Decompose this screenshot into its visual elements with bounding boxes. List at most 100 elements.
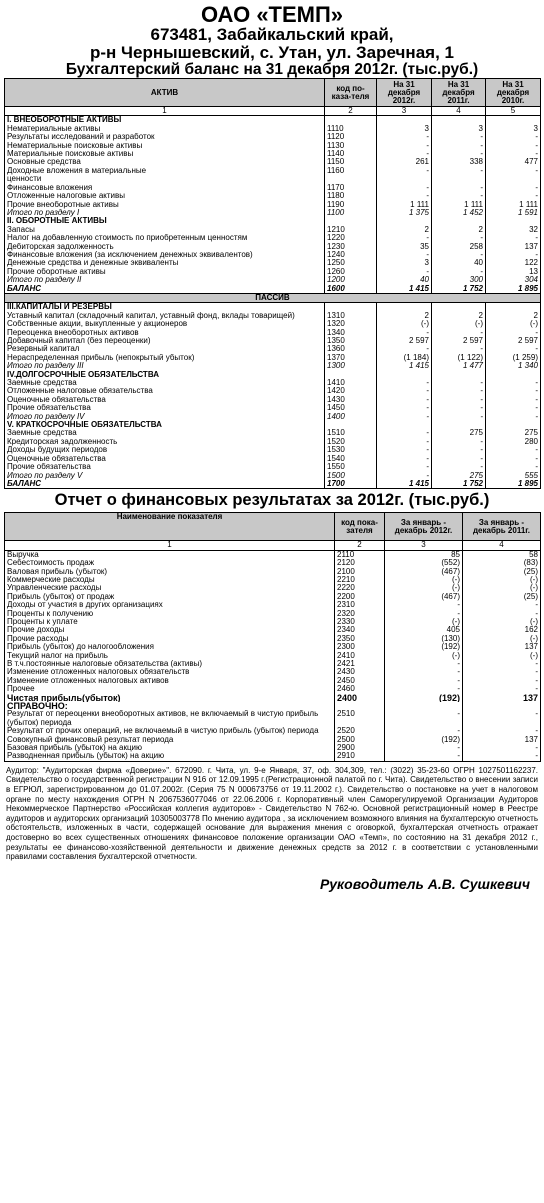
value-2011: 1 752 <box>431 479 486 489</box>
fin-row: Текущий налог на прибыль 2410 (-) (-) <box>4 651 541 661</box>
row-name: V. КРАТКОСРОЧНЫЕ ОБЯЗАТЕЛЬСТВА <box>4 421 325 430</box>
balance-row: БАЛАНС 1700 1 415 1 752 1 895 <box>4 479 541 489</box>
value-2010: 2 <box>485 311 541 321</box>
value-2011: - <box>431 446 486 455</box>
row-name: Резервный капитал <box>4 345 325 354</box>
value-2011: - <box>462 727 541 736</box>
balance-row: III.КАПИТАЛЫ И РЕЗЕРВЫ <box>4 302 541 312</box>
value-2011: (-) <box>462 617 541 627</box>
value-2010: - <box>485 387 541 396</box>
value-2010: - <box>485 404 541 413</box>
value-2010: 280 <box>485 437 541 447</box>
value-2012: 405 <box>384 626 463 635</box>
row-code: 1370 <box>324 353 377 363</box>
row-name: Кредиторская задолженность <box>4 437 325 447</box>
col-2012: На 31 декабря 2012г. <box>376 78 432 108</box>
row-name: Нераспределенная прибыль (непокрытый убы… <box>4 353 325 363</box>
balance-colnum-row: 1 2 3 4 5 <box>4 106 541 117</box>
balance-sheet-table: АКТИВ код по-каза-теля На 31 декабря 201… <box>4 78 541 490</box>
row-name: Чистая прибыль(убыток) <box>4 693 335 703</box>
value-2012: 3 <box>376 124 432 134</box>
value-2012: 2 597 <box>376 337 432 346</box>
value-2011: - <box>431 234 486 243</box>
balance-row: Финансовые вложения (за исключением дене… <box>4 250 541 260</box>
value-2011: - <box>431 345 486 354</box>
colnum: 3 <box>376 106 432 117</box>
row-code: 1520 <box>324 437 377 447</box>
row-code: 2110 <box>334 550 385 560</box>
value-2012: (-) <box>384 575 463 585</box>
fin-row: Прибыль (убыток) до налогообложения 2300(… <box>4 643 541 652</box>
row-code: 2460 <box>334 685 385 694</box>
value-2012: 85 <box>384 550 463 560</box>
row-name: В т.ч.постоянные налоговые обязательства… <box>4 660 335 669</box>
value-2011: - <box>431 454 486 464</box>
value-2012: - <box>376 234 432 243</box>
value-2012: - <box>376 267 432 277</box>
balance-row: Кредиторская задолженность 1520- -280 <box>4 437 541 447</box>
value-2011: - <box>431 133 486 142</box>
row-code: 2200 <box>334 592 385 602</box>
value-2011: - <box>431 166 486 176</box>
value-2011: (83) <box>462 559 541 568</box>
value-2012: 40 <box>376 276 432 285</box>
balance-body: I. ВНЕОБОРОТНЫЕ АКТИВЫ Нематериальные акт… <box>4 115 541 489</box>
value-2010: - <box>485 463 541 472</box>
fin-row: Проценты к получению 2320- - <box>4 609 541 618</box>
balance-row: Итого по разделу III 1300 1 415 1 477 1 340 <box>4 362 541 371</box>
value-2012: - <box>384 668 463 677</box>
balance-row: Прочие обязательства 1550- - - <box>4 463 541 472</box>
fin-row: Управленческие расходы 2220 (-) (-) <box>4 584 541 593</box>
value-2012: - <box>384 744 463 753</box>
value-2012: (192) <box>384 693 463 703</box>
col-code: код по-каза-теля <box>324 78 377 108</box>
value-2011: - <box>462 601 541 610</box>
col-indicator: Наименование показателя <box>4 512 335 542</box>
value-2011 <box>462 702 541 711</box>
value-2012 <box>376 421 432 430</box>
fin-row: Прочие доходы 2340 405 162 <box>4 626 541 635</box>
value-2011: - <box>431 404 486 413</box>
value-2011: (-) <box>462 651 541 661</box>
balance-row: Прочие внеоборотные активы 1190 1 111 1 111… <box>4 200 541 209</box>
row-code: 1300 <box>324 362 377 371</box>
row-code: 1190 <box>324 200 377 209</box>
balance-row: Отложенные налоговые активы 1180- - - <box>4 192 541 201</box>
row-name: Коммерческие расходы <box>4 575 335 585</box>
row-code <box>334 702 385 711</box>
value-2011: 338 <box>431 158 486 167</box>
value-2012: - <box>376 379 432 388</box>
row-code: 2300 <box>334 643 385 652</box>
value-2010: 137 <box>485 242 541 251</box>
row-name: Доходные вложения в материальные <box>4 166 325 176</box>
document: ОАО «ТЕМП» 673481, Забайкальский край, р… <box>4 2 541 892</box>
row-name: Доходы будущих периодов <box>4 446 325 455</box>
value-2011: - <box>462 676 541 686</box>
colnum: 3 <box>384 540 463 551</box>
row-name: Материальные поисковые активы <box>4 150 325 159</box>
row-code <box>324 302 377 312</box>
value-2011: 2 <box>431 311 486 321</box>
row-name: Нематериальные поисковые активы <box>4 141 325 151</box>
balance-row: Резервный капитал 1360- - - <box>4 345 541 354</box>
row-name: Изменение отложенных налоговых активов <box>4 676 335 686</box>
balance-row: Запасы 1210 2 2 32 <box>4 225 541 235</box>
fin-row: Результат от прочих операций, не включае… <box>4 727 541 736</box>
row-name: Нематериальные активы <box>4 124 325 134</box>
value-2011: - <box>462 710 541 728</box>
row-name: Итого по разделу V <box>4 471 325 480</box>
value-2012: - <box>384 660 463 669</box>
row-code <box>324 370 377 380</box>
balance-row: Основные средства 1150 261 338 477 <box>4 158 541 167</box>
row-code: 1110 <box>324 124 377 134</box>
value-2010: 555 <box>485 471 541 480</box>
company-name: ОАО «ТЕМП» <box>200 2 344 27</box>
fin-row: Валовая прибыль (убыток) 2100 (467) (25) <box>4 567 541 576</box>
value-2011: (-) <box>462 575 541 585</box>
balance-row: Оценочные обязательства 1430- - - <box>4 395 541 405</box>
row-name: Итого по разделу II <box>4 276 325 285</box>
row-name: Финансовые вложения <box>4 183 325 193</box>
value-2011 <box>431 217 486 226</box>
fin-row: Совокупный финансовый результат периода 2… <box>4 735 541 745</box>
value-2010: - <box>485 395 541 405</box>
